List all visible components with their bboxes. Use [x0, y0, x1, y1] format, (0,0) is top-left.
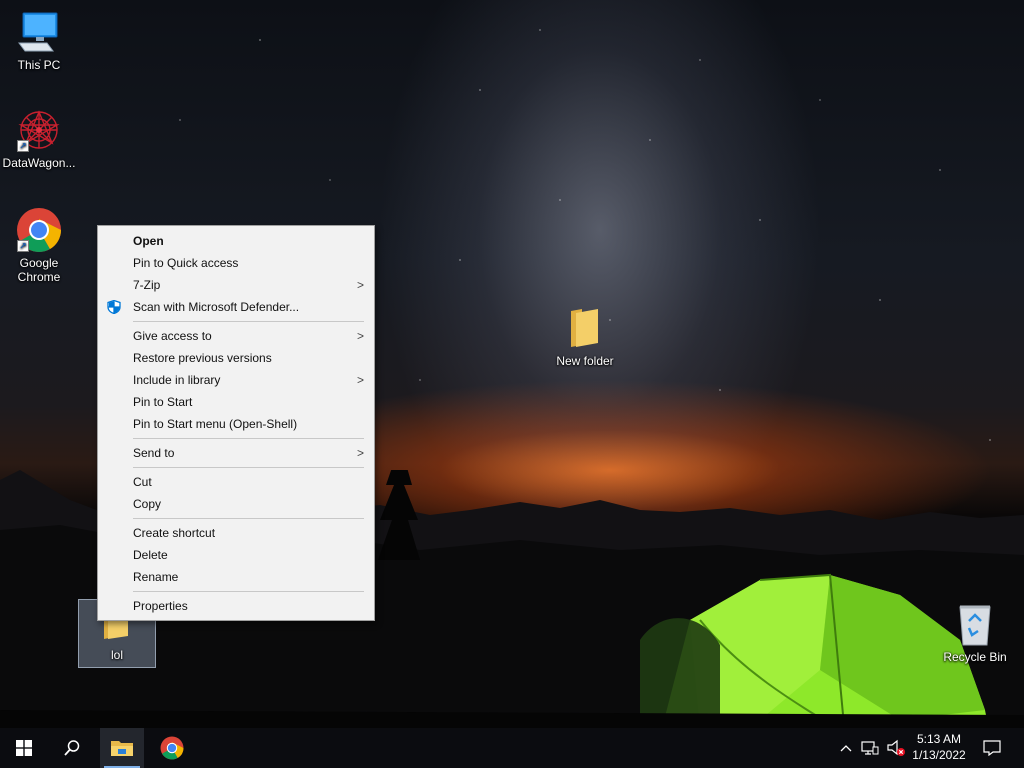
file-explorer-icon: [111, 741, 133, 756]
menu-item-rename[interactable]: Rename: [98, 566, 374, 588]
menu-separator: [133, 591, 364, 592]
menu-item-include-library[interactable]: Include in library >: [98, 369, 374, 391]
menu-item-label: Give access to: [133, 329, 212, 343]
menu-item-pin-quick-access[interactable]: Pin to Quick access: [98, 252, 374, 274]
menu-item-delete[interactable]: Delete: [98, 544, 374, 566]
desktop-icon-new-folder[interactable]: New folder: [546, 304, 624, 368]
network-button[interactable]: [858, 728, 882, 768]
desktop-icon-recycle-bin[interactable]: Recycle Bin: [936, 600, 1014, 664]
desktop-icon-this-pc[interactable]: This PC: [0, 8, 78, 72]
menu-item-open[interactable]: Open: [98, 230, 374, 252]
menu-separator: [133, 438, 364, 439]
label-line-1: Google: [19, 256, 59, 270]
label-line-2: Chrome: [17, 270, 61, 284]
chrome-icon: [160, 736, 184, 760]
defender-shield-icon: [107, 300, 121, 314]
taskbar: 5:13 AM 1/13/2022: [0, 728, 1024, 768]
notification-icon: [983, 740, 1001, 756]
menu-item-label: Scan with Microsoft Defender...: [133, 300, 300, 314]
menu-item-properties[interactable]: Properties: [98, 595, 374, 617]
network-icon: [861, 741, 879, 755]
computer-icon: [15, 8, 63, 56]
menu-item-restore-versions[interactable]: Restore previous versions: [98, 347, 374, 369]
chrome-icon: ↗: [15, 206, 63, 254]
taskbar-chrome[interactable]: [150, 728, 194, 768]
action-center-button[interactable]: [978, 728, 1006, 768]
desktop-icon-label: This PC: [17, 58, 61, 72]
chevron-up-icon: [840, 745, 852, 752]
clock-date: 1/13/2022: [912, 748, 966, 762]
desktop-icon-label: Recycle Bin: [943, 650, 1007, 664]
menu-separator: [133, 467, 364, 468]
search-icon: [64, 740, 80, 756]
chevron-right-icon: >: [356, 278, 364, 292]
windows-logo-icon: [16, 740, 32, 756]
menu-item-7zip[interactable]: 7-Zip >: [98, 274, 374, 296]
desktop-icon-label: New folder: [556, 354, 614, 368]
context-menu: Open Pin to Quick access 7-Zip > Scan wi…: [97, 225, 375, 621]
desktop-icon-google-chrome[interactable]: ↗ Google Chrome: [0, 206, 78, 284]
taskbar-file-explorer[interactable]: [100, 728, 144, 768]
volume-muted-icon: [887, 739, 905, 756]
desktop-icon-label: lol: [110, 648, 123, 662]
folder-icon: [561, 304, 609, 352]
datawagon-logo-icon: ↗: [15, 106, 63, 154]
menu-item-label: Include in library: [133, 373, 221, 387]
desktop-icon-label: Google Chrome: [18, 256, 61, 284]
menu-item-copy[interactable]: Copy: [98, 493, 374, 515]
menu-item-pin-start[interactable]: Pin to Start: [98, 391, 374, 413]
taskbar-clock[interactable]: 5:13 AM 1/13/2022: [905, 731, 973, 763]
chevron-right-icon: >: [356, 373, 364, 387]
clock-time: 5:13 AM: [916, 732, 962, 746]
menu-separator: [133, 321, 364, 322]
menu-item-cut[interactable]: Cut: [98, 471, 374, 493]
menu-item-label: 7-Zip: [133, 278, 161, 292]
menu-item-scan-defender[interactable]: Scan with Microsoft Defender...: [98, 296, 374, 318]
menu-item-pin-start-menu-openshell[interactable]: Pin to Start menu (Open-Shell): [98, 413, 374, 435]
search-button[interactable]: [50, 728, 94, 768]
menu-item-give-access[interactable]: Give access to >: [98, 325, 374, 347]
menu-item-create-shortcut[interactable]: Create shortcut: [98, 522, 374, 544]
desktop-icon-datawagon[interactable]: ↗ DataWagon...: [0, 106, 78, 170]
shortcut-arrow-icon: ↗: [17, 240, 29, 252]
menu-separator: [133, 518, 364, 519]
recycle-bin-icon: [951, 600, 999, 648]
chevron-right-icon: >: [356, 446, 364, 460]
show-hidden-icons-button[interactable]: [836, 728, 856, 768]
start-button[interactable]: [2, 728, 46, 768]
menu-item-label: Send to: [133, 446, 175, 460]
chevron-right-icon: >: [356, 329, 364, 343]
menu-item-send-to[interactable]: Send to >: [98, 442, 374, 464]
desktop-icon-label: DataWagon...: [2, 156, 76, 170]
shortcut-arrow-icon: ↗: [17, 140, 29, 152]
